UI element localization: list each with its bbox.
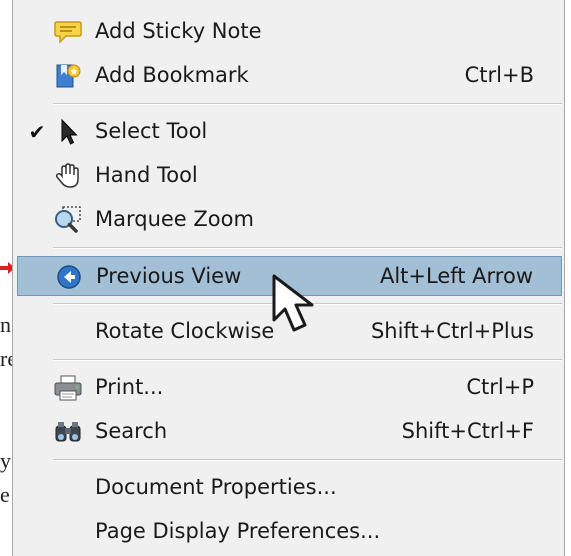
menu-item-label: Document Properties... bbox=[95, 475, 337, 499]
menu-item-label: Print... bbox=[95, 375, 164, 399]
menu-item-label: Search bbox=[95, 419, 168, 443]
marquee-zoom-icon bbox=[53, 206, 83, 234]
menu-item-document-properties[interactable]: Document Properties... bbox=[17, 468, 562, 508]
menu-item-page-display-preferences[interactable]: Page Display Preferences... bbox=[17, 512, 562, 552]
mouse-cursor-icon bbox=[272, 274, 314, 332]
menu-item-print[interactable]: Print... Ctrl+P bbox=[17, 368, 562, 408]
document-text-fragment: e bbox=[0, 482, 10, 507]
menu-item-shortcut: Ctrl+P bbox=[466, 375, 534, 399]
menu-separator bbox=[53, 247, 562, 249]
menu-separator bbox=[53, 103, 562, 105]
printer-icon bbox=[53, 374, 83, 402]
arrow-select-icon bbox=[53, 118, 83, 146]
menu-item-marquee-zoom[interactable]: Marquee Zoom bbox=[17, 200, 562, 240]
menu-separator bbox=[53, 459, 562, 461]
document-text-fragment: re bbox=[0, 346, 12, 371]
menu-item-label: Add Sticky Note bbox=[95, 19, 262, 43]
sticky-note-icon bbox=[53, 18, 83, 46]
menu-item-select-tool[interactable]: ✔ Select Tool bbox=[17, 112, 562, 152]
document-text-fragment: n bbox=[0, 312, 11, 337]
menu-item-add-bookmark[interactable]: Add Bookmark Ctrl+B bbox=[17, 56, 562, 96]
menu-item-shortcut: Shift+Ctrl+F bbox=[401, 419, 534, 443]
menu-item-label: Previous View bbox=[96, 264, 242, 288]
previous-view-icon bbox=[54, 263, 84, 291]
menu-item-label: Marquee Zoom bbox=[95, 207, 254, 231]
menu-item-label: Page Display Preferences... bbox=[95, 519, 381, 543]
menu-item-search[interactable]: Search Shift+Ctrl+F bbox=[17, 412, 562, 452]
binoculars-icon bbox=[53, 418, 83, 446]
document-text-fragment: y bbox=[0, 448, 11, 473]
hand-icon bbox=[53, 162, 83, 190]
menu-item-label: Add Bookmark bbox=[95, 63, 249, 87]
menu-item-shortcut: Ctrl+B bbox=[464, 63, 534, 87]
menu-item-label: Hand Tool bbox=[95, 163, 198, 187]
menu-item-label: Rotate Clockwise bbox=[95, 319, 275, 343]
menu-item-add-sticky-note[interactable]: Add Sticky Note bbox=[17, 12, 562, 52]
menu-item-label: Select Tool bbox=[95, 119, 208, 143]
menu-separator bbox=[53, 359, 562, 361]
menu-item-hand-tool[interactable]: Hand Tool bbox=[17, 156, 562, 196]
menu-item-shortcut: Shift+Ctrl+Plus bbox=[370, 319, 534, 343]
checkmark-icon: ✔ bbox=[28, 120, 46, 144]
bookmark-icon bbox=[53, 62, 83, 90]
menu-item-shortcut: Alt+Left Arrow bbox=[379, 264, 533, 288]
